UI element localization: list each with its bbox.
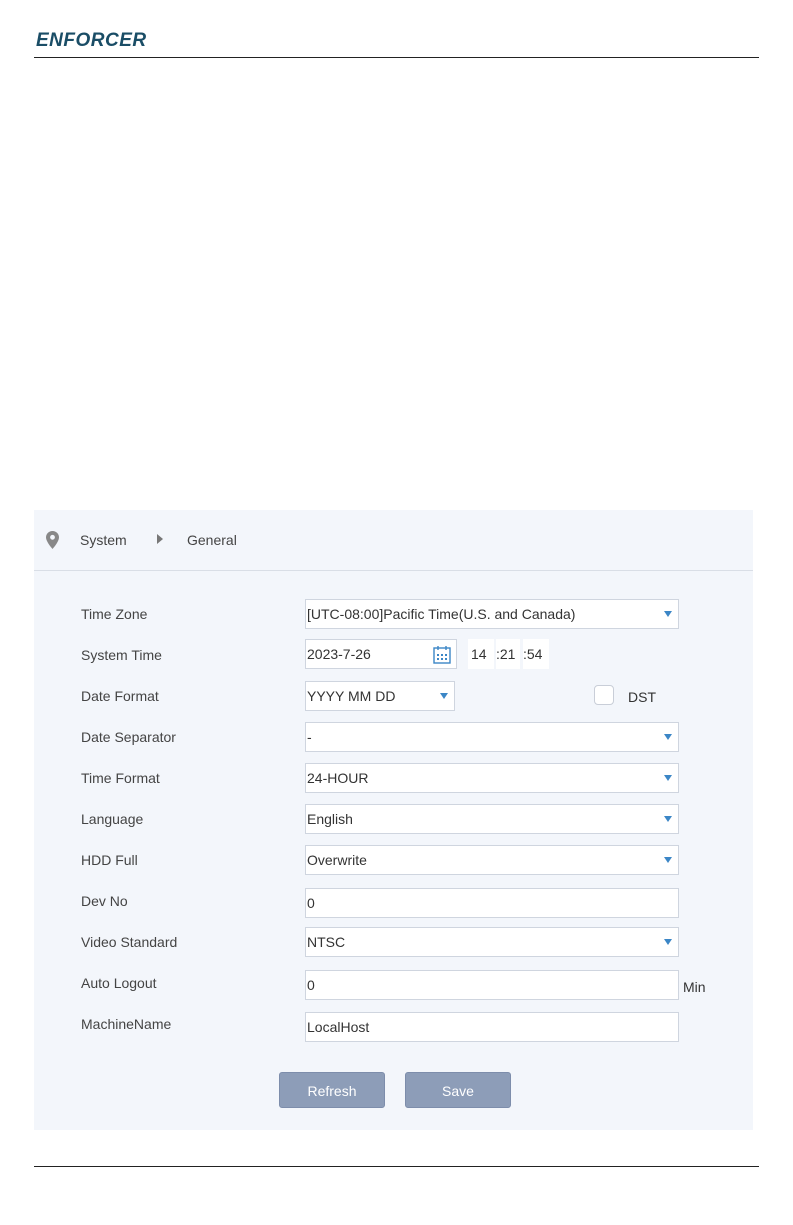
breadcrumb-separator-icon: [157, 534, 163, 544]
second-input[interactable]: :54: [523, 639, 549, 669]
footer-divider: [34, 1166, 759, 1167]
refresh-button[interactable]: Refresh: [279, 1072, 385, 1108]
dst-label: DST: [628, 689, 656, 705]
chevron-down-icon: [664, 775, 672, 781]
enforcer-logo: ENFORCER: [36, 30, 147, 51]
hdd-full-label: HDD Full: [81, 852, 138, 868]
chevron-down-icon: [440, 693, 448, 699]
system-time-label: System Time: [81, 647, 162, 663]
calendar-icon[interactable]: [433, 645, 451, 664]
auto-logout-unit: Min: [683, 979, 706, 995]
breadcrumb-system[interactable]: System: [80, 532, 127, 548]
location-pin-icon: [46, 531, 59, 549]
header-divider: [34, 57, 759, 58]
time-zone-label: Time Zone: [81, 606, 148, 622]
chevron-down-icon: [664, 939, 672, 945]
save-button[interactable]: Save: [405, 1072, 511, 1108]
time-zone-select[interactable]: [UTC-08:00]Pacific Time(U.S. and Canada): [305, 599, 679, 629]
hour-input[interactable]: 14: [468, 639, 494, 669]
date-format-label: Date Format: [81, 688, 159, 704]
language-select[interactable]: English: [305, 804, 679, 834]
video-standard-select[interactable]: NTSC: [305, 927, 679, 957]
time-format-select[interactable]: 24-HOUR: [305, 763, 679, 793]
date-format-select[interactable]: YYYY MM DD: [305, 681, 455, 711]
chevron-down-icon: [664, 734, 672, 740]
date-separator-label: Date Separator: [81, 729, 176, 745]
dev-no-label: Dev No: [81, 893, 128, 909]
auto-logout-input[interactable]: 0: [305, 970, 679, 1000]
time-format-label: Time Format: [81, 770, 160, 786]
language-label: Language: [81, 811, 144, 827]
date-separator-select[interactable]: -: [305, 722, 679, 752]
chevron-down-icon: [664, 857, 672, 863]
chevron-down-icon: [664, 816, 672, 822]
video-standard-label: Video Standard: [81, 934, 178, 950]
breadcrumb: System General: [34, 510, 753, 571]
machine-name-label: MachineName: [81, 1016, 172, 1032]
dst-checkbox[interactable]: [594, 685, 614, 705]
breadcrumb-general[interactable]: General: [187, 532, 237, 548]
auto-logout-label: Auto Logout: [81, 975, 157, 991]
dev-no-input[interactable]: 0: [305, 888, 679, 918]
machine-name-input[interactable]: LocalHost: [305, 1012, 679, 1042]
hdd-full-select[interactable]: Overwrite: [305, 845, 679, 875]
minute-input[interactable]: :21: [496, 639, 520, 669]
chevron-down-icon: [664, 611, 672, 617]
system-date-input[interactable]: 2023-7-26: [305, 639, 457, 669]
settings-panel: System General Time Zone [UTC-08:00]Paci…: [34, 510, 753, 1130]
